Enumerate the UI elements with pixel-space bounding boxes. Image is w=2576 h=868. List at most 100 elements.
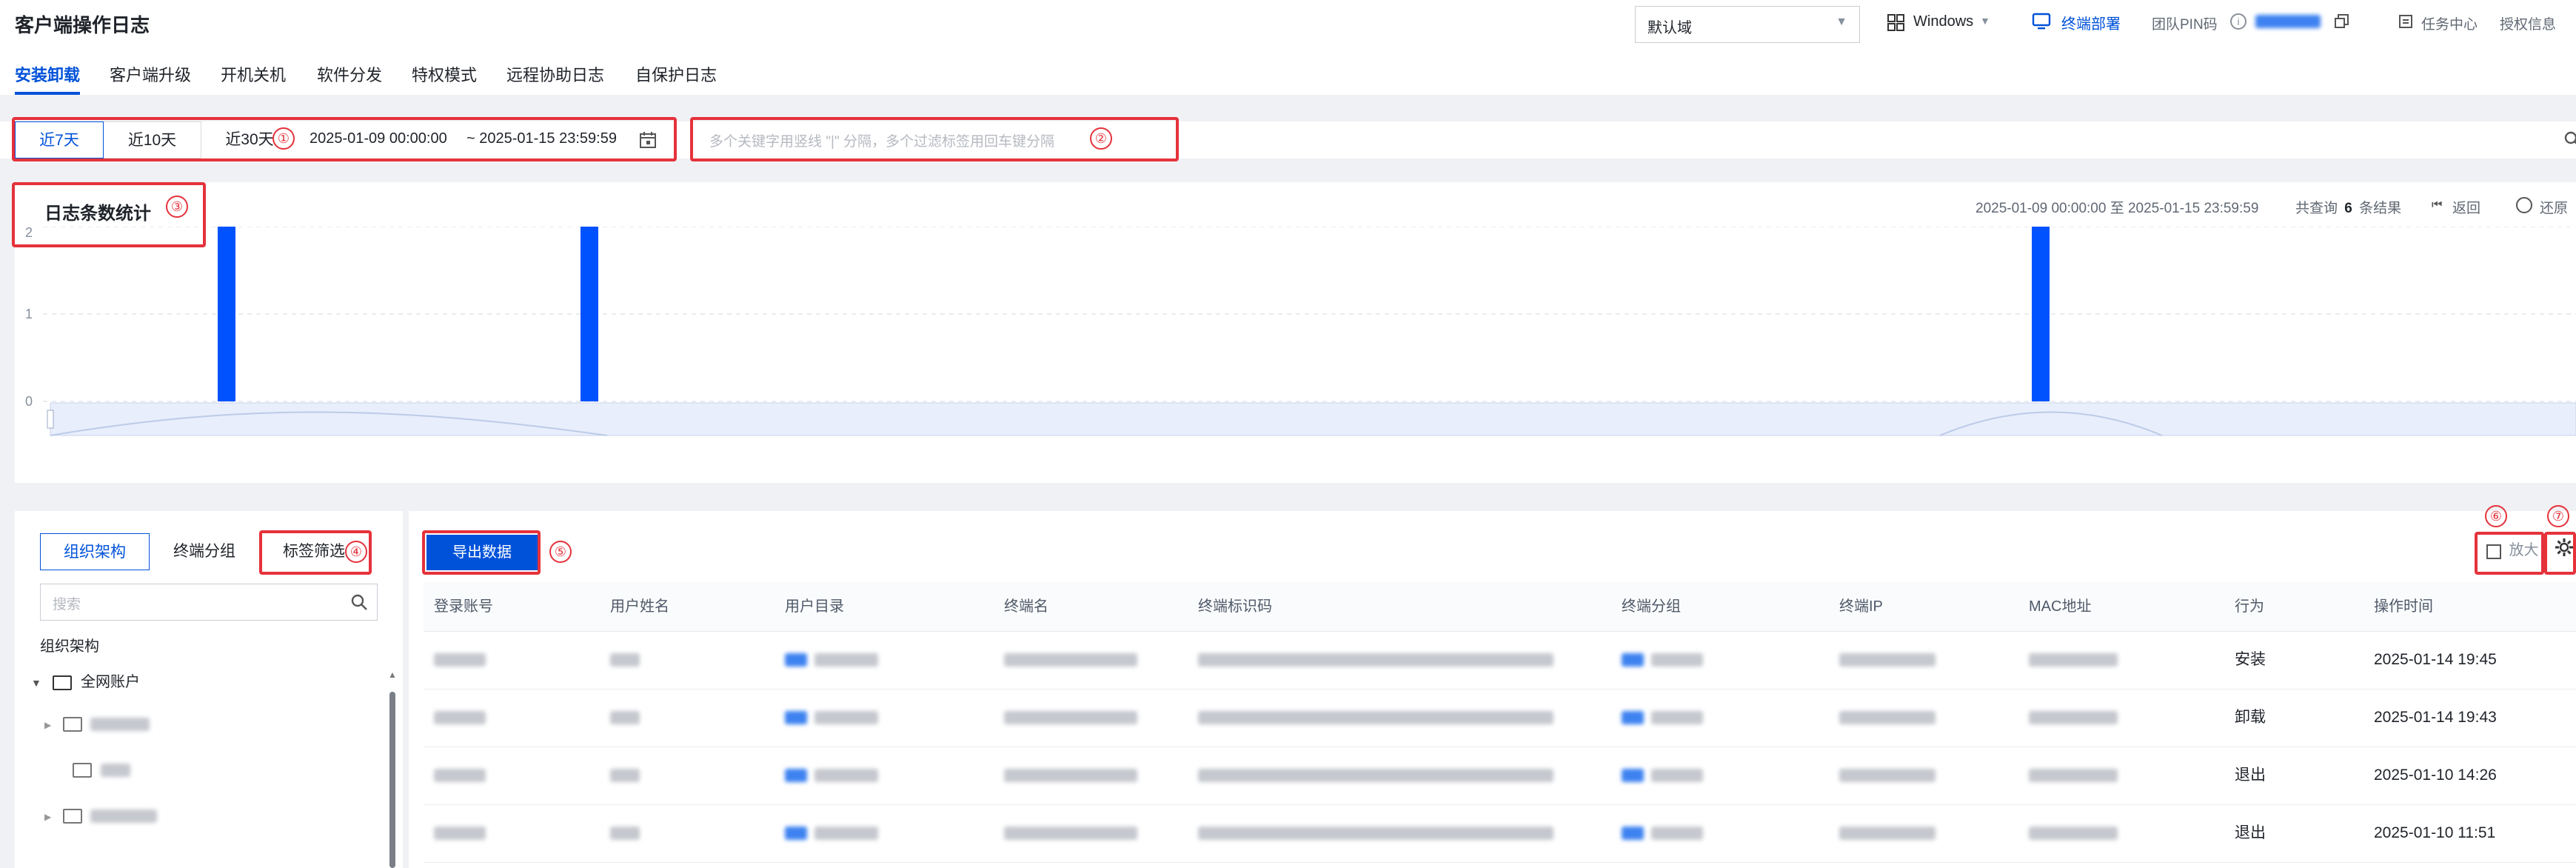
stats-query-count: 共查询 6 条结果 xyxy=(2295,197,2401,217)
table-cell-redacted xyxy=(1004,747,1137,804)
tab-install-uninstall[interactable]: 安装卸载 xyxy=(15,61,81,95)
chevron-down-icon: ▼ xyxy=(1836,16,1847,28)
top-header: 客户端操作日志 默认域 ▼ Windows ▼ 终端部署 团队PIN码 i 任务… xyxy=(0,0,2576,95)
col-terminal-id[interactable]: 终端标识码 xyxy=(1198,582,1272,631)
tab-terminal-group[interactable]: 终端分组 xyxy=(150,533,259,570)
domain-select[interactable]: 默认域 ▼ xyxy=(1635,6,1860,43)
table-cell-operation-time: 2025-01-10 11:51 xyxy=(2374,824,2496,841)
tab-self-protect-log[interactable]: 自保护日志 xyxy=(635,61,717,95)
col-mac-address[interactable]: MAC地址 xyxy=(2029,582,2091,631)
query-count: 6 xyxy=(2344,201,2352,216)
table-cell-redacted xyxy=(2029,689,2118,747)
annotation-marker-2: ② xyxy=(1090,127,1112,150)
annotation-box-7 xyxy=(2544,532,2576,575)
tab-power-on-off[interactable]: 开机关机 xyxy=(221,61,286,95)
col-login-account[interactable]: 登录账号 xyxy=(434,582,493,631)
table-row[interactable]: 卸载 2025-01-14 19:43 xyxy=(424,689,2576,747)
annotation-box-5 xyxy=(422,530,541,575)
table-cell-redacted xyxy=(1198,747,1553,804)
domain-select-value: 默认域 xyxy=(1647,20,1692,36)
log-table: 登录账号 用户姓名 用户目录 终端名 终端标识码 终端分组 终端IP MAC地址… xyxy=(424,582,2576,868)
tree-root-label: 全网账户 xyxy=(80,674,140,690)
tab-remote-assist-log[interactable]: 远程协助日志 xyxy=(506,61,604,95)
chart-zoom-slider[interactable] xyxy=(50,402,2576,436)
chart-bar[interactable] xyxy=(218,227,235,401)
table-row[interactable]: 退出 2025-01-10 14:26 xyxy=(424,747,2576,805)
query-suffix: 条结果 xyxy=(2359,201,2402,216)
table-cell-operation-time: 2025-01-10 14:26 xyxy=(2374,767,2497,784)
tree-node[interactable]: ▶ xyxy=(44,807,158,824)
table-cell-redacted xyxy=(1198,804,1553,862)
org-search-placeholder: 搜索 xyxy=(53,597,81,612)
log-count-chart: 012 2025-01-092025-01-102025-01-112025-0… xyxy=(25,227,2576,436)
table-cell-redacted xyxy=(1622,804,1703,862)
tab-org-structure[interactable]: 组织架构 xyxy=(40,533,150,570)
table-cell-action: 卸载 xyxy=(2235,709,2266,726)
chart-zoom-handle-left[interactable] xyxy=(47,410,54,429)
col-action[interactable]: 行为 xyxy=(2235,582,2264,631)
tree-scrollbar[interactable]: ▲ xyxy=(388,670,397,868)
table-row[interactable]: 安装 2025-01-14 19:45 xyxy=(424,631,2576,690)
tab-software-distribution[interactable]: 软件分发 xyxy=(317,61,382,95)
folder-icon xyxy=(53,675,73,690)
query-prefix: 共查询 xyxy=(2295,201,2338,216)
table-cell-action: 安装 xyxy=(2235,651,2266,668)
col-terminal-ip[interactable]: 终端IP xyxy=(1839,582,1883,631)
search-icon xyxy=(350,593,368,611)
table-cell-redacted xyxy=(785,631,878,689)
table-cell-redacted xyxy=(1622,747,1703,804)
chart-y-tick-label: 1 xyxy=(25,307,33,321)
task-center-icon xyxy=(2398,13,2414,30)
tree-node[interactable]: ▶ xyxy=(44,715,150,732)
info-icon: i xyxy=(2230,13,2247,30)
folder-icon xyxy=(73,762,92,778)
annotation-marker-4: ④ xyxy=(345,541,367,563)
table-cell-redacted xyxy=(785,747,878,804)
tab-privilege-mode[interactable]: 特权模式 xyxy=(412,61,477,95)
tab-client-upgrade[interactable]: 客户端升级 xyxy=(110,61,191,95)
table-cell-redacted xyxy=(1004,631,1137,689)
team-pin-value xyxy=(2255,15,2321,28)
table-cell-redacted xyxy=(1839,804,1936,862)
table-cell-redacted xyxy=(610,747,640,804)
table-cell-redacted xyxy=(1839,747,1936,804)
org-search-input[interactable]: 搜索 xyxy=(40,584,378,621)
right-panel: 导出数据 放大 登录账号 用户姓名 用户目录 终端名 终端标识码 终端分组 终端… xyxy=(409,511,2576,868)
page-title: 客户端操作日志 xyxy=(15,14,150,36)
tree-root[interactable]: ▼ 全网账户 xyxy=(31,670,140,691)
table-cell-redacted xyxy=(1004,804,1137,862)
col-terminal-group[interactable]: 终端分组 xyxy=(1622,582,1681,631)
scroll-thumb[interactable] xyxy=(389,692,395,868)
scroll-up-icon[interactable]: ▲ xyxy=(388,670,397,680)
col-operation-time[interactable]: 操作时间 xyxy=(2374,582,2433,631)
back-button[interactable]: 返回 xyxy=(2452,197,2480,217)
table-header: 登录账号 用户姓名 用户目录 终端名 终端标识码 终端分组 终端IP MAC地址… xyxy=(424,582,2576,632)
chart-bar[interactable] xyxy=(581,227,598,401)
copy-icon[interactable] xyxy=(2334,13,2350,30)
col-terminal-name[interactable]: 终端名 xyxy=(1004,582,1048,631)
search-icon[interactable] xyxy=(2563,130,2576,148)
annotation-marker-3: ③ xyxy=(166,196,188,218)
stats-card: 日志条数统计 2025-01-09 00:00:00 至 2025-01-15 … xyxy=(15,182,2576,483)
folder-icon xyxy=(62,808,82,824)
main-tabs: 安装卸载 客户端升级 开机关机 软件分发 特权模式 远程协助日志 自保护日志 xyxy=(0,61,889,95)
table-cell-redacted xyxy=(434,631,486,689)
restore-button[interactable]: 还原 xyxy=(2540,197,2568,217)
table-cell-redacted xyxy=(434,747,486,804)
license-info-link[interactable]: 授权信息 xyxy=(2500,13,2556,33)
tree-node[interactable] xyxy=(65,761,130,778)
table-row[interactable]: 退出 2025-01-10 11:51 xyxy=(424,804,2576,863)
col-user-directory[interactable]: 用户目录 xyxy=(785,582,844,631)
annotation-marker-6: ⑥ xyxy=(2485,505,2507,527)
table-cell-redacted xyxy=(1004,689,1137,747)
table-cell-action: 退出 xyxy=(2235,767,2266,784)
col-user-name[interactable]: 用户姓名 xyxy=(610,582,669,631)
task-center-link[interactable]: 任务中心 xyxy=(2421,13,2478,33)
stats-range-text: 2025-01-09 00:00:00 至 2025-01-15 23:59:5… xyxy=(1976,201,2259,216)
table-cell-redacted xyxy=(1839,689,1936,747)
table-cell-operation-time: 2025-01-14 19:45 xyxy=(2374,651,2497,668)
chart-y-tick-label: 0 xyxy=(25,394,33,409)
chart-bar[interactable] xyxy=(2032,227,2050,401)
table-cell-redacted xyxy=(434,804,486,862)
back-icon: ⏮ xyxy=(2432,198,2443,211)
